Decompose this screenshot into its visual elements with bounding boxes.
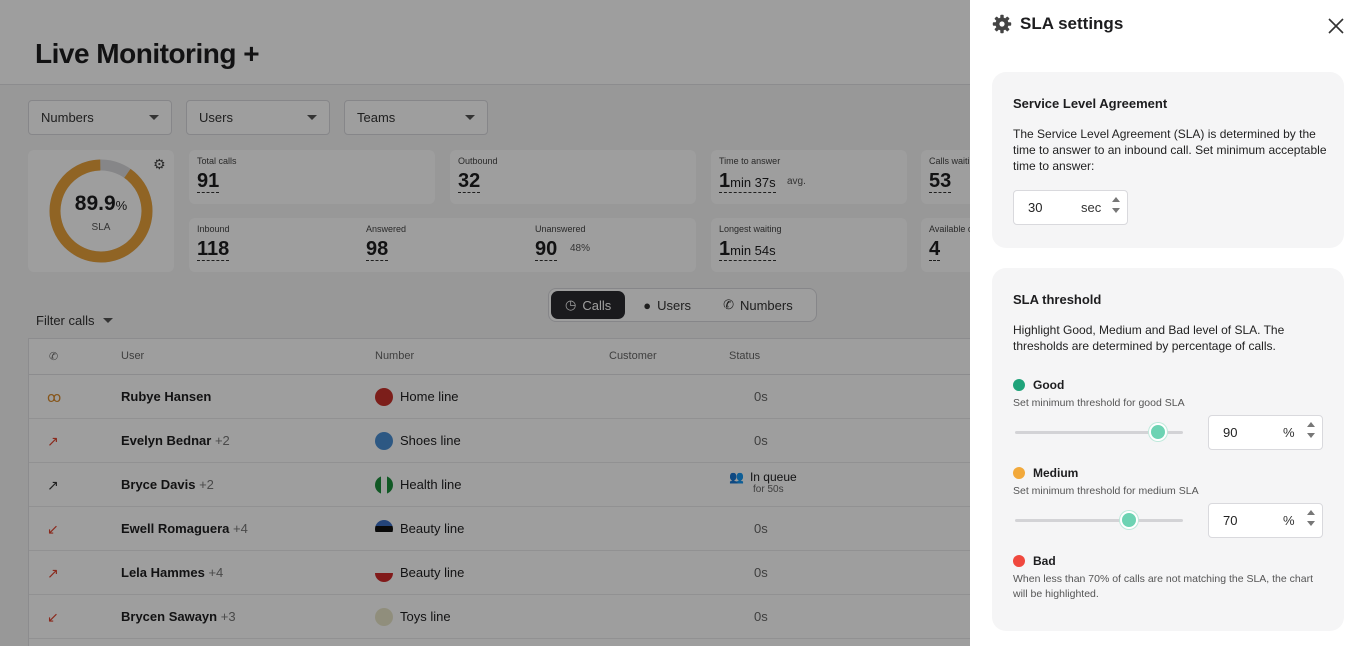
panel-title: SLA settings [1020, 14, 1124, 33]
good-hint: Set minimum threshold for good SLA [1013, 397, 1185, 409]
modal-backdrop[interactable] [0, 0, 970, 646]
medium-dot-icon [1013, 467, 1025, 479]
number-stepper[interactable] [1307, 510, 1315, 526]
threshold-heading: SLA threshold [1013, 292, 1102, 307]
bad-hint: When less than 70% of calls are not matc… [1013, 573, 1313, 600]
number-stepper[interactable] [1307, 422, 1315, 438]
sla-threshold-card: SLA threshold Highlight Good, Medium and… [992, 268, 1344, 631]
sla-settings-panel: SLA settings Service Level Agreement The… [970, 0, 1366, 646]
bad-dot-icon [1013, 555, 1025, 567]
slider-handle[interactable] [1148, 423, 1167, 441]
gear-icon [992, 14, 1012, 34]
threshold-description: Highlight Good, Medium and Bad level of … [1013, 323, 1285, 353]
panel-header: SLA settings [992, 14, 1123, 34]
medium-threshold-input[interactable]: 70 % [1208, 503, 1323, 538]
sla-time-input[interactable]: 30 sec [1013, 190, 1128, 225]
bad-level-label: Bad [1013, 554, 1056, 568]
medium-hint: Set minimum threshold for medium SLA [1013, 485, 1199, 497]
medium-level-label: Medium [1013, 466, 1078, 480]
sla-card: Service Level Agreement The Service Leve… [992, 72, 1344, 248]
sla-card-heading: Service Level Agreement [1013, 96, 1168, 111]
good-threshold-input[interactable]: 90 % [1208, 415, 1323, 450]
slider-handle[interactable] [1120, 511, 1139, 529]
number-stepper[interactable] [1112, 197, 1120, 213]
close-icon[interactable] [1328, 18, 1344, 34]
good-threshold-slider[interactable] [1015, 423, 1183, 441]
medium-threshold-slider[interactable] [1015, 511, 1183, 529]
good-level-label: Good [1013, 378, 1064, 392]
sla-card-description: The Service Level Agreement (SLA) is det… [1013, 127, 1327, 173]
good-dot-icon [1013, 379, 1025, 391]
